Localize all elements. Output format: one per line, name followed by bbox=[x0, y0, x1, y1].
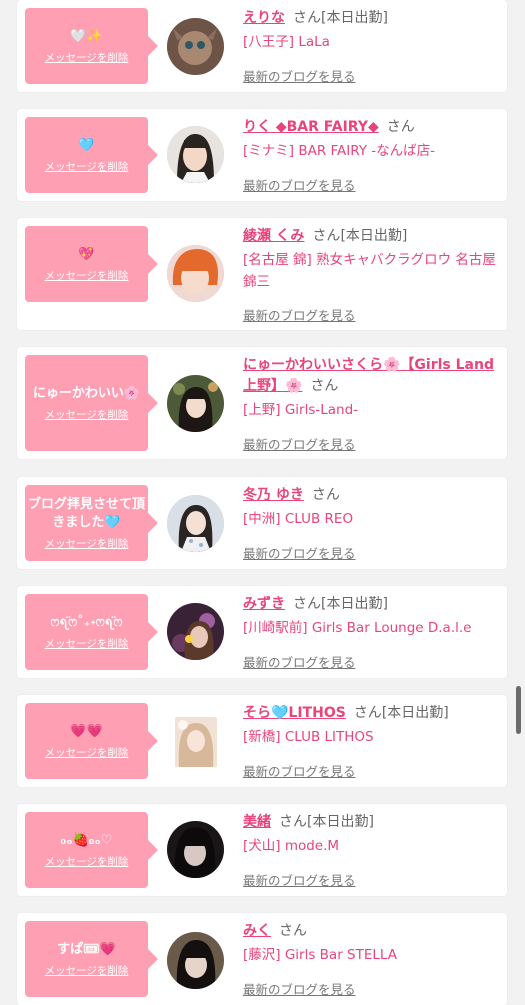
honorific: さん bbox=[293, 10, 321, 26]
view-blog-link[interactable]: 最新のブログを見る bbox=[243, 66, 356, 85]
cast-info: みく さん [藤沢] Girls Bar STELLA bbox=[243, 921, 501, 966]
message-text: 🤍✨ bbox=[70, 28, 103, 44]
message-bubble: 💖 メッセージを削除 bbox=[25, 226, 158, 302]
message-bubble: ブログ拝見させて頂きました🩵 メッセージを削除 bbox=[25, 485, 158, 561]
shop-info: [犬山] mode.M bbox=[243, 838, 340, 854]
list-item: ₀ₒ🍓₀ₒ♡ メッセージを削除 美緒 さん[本日出勤] [犬山] mode.M 最… bbox=[17, 804, 507, 896]
honorific: さん bbox=[310, 378, 339, 394]
list-item: 🤍✨ メッセージを削除 えりな さん[本日出勤] [八王子] LaLa 最新のブロ… bbox=[17, 0, 507, 92]
honorific: さん bbox=[293, 596, 321, 612]
cast-info: みずき さん[本日出勤] [川崎駅前] Girls Bar Lounge D.a.… bbox=[243, 594, 501, 639]
message-text: ₀ₒ🍓₀ₒ♡ bbox=[60, 832, 113, 848]
cast-info: えりな さん[本日出勤] [八王子] LaLa bbox=[243, 8, 501, 53]
message-bubble: にゅーかわいい🌸 メッセージを削除 bbox=[25, 355, 158, 451]
message-bubble: 🤍✨ メッセージを削除 bbox=[25, 8, 158, 84]
message-bubble: すぱ🎟💗 メッセージを削除 bbox=[25, 921, 158, 997]
message-bubble: ₀ₒ🍓₀ₒ♡ メッセージを削除 bbox=[25, 812, 158, 888]
delete-message-link[interactable]: メッセージを削除 bbox=[45, 159, 129, 174]
view-blog-link[interactable]: 最新のブログを見る bbox=[243, 979, 356, 998]
cast-info: 美緒 さん[本日出勤] [犬山] mode.M bbox=[243, 812, 501, 857]
shop-info: [名古屋 錦] 熟女キャバクラグロウ 名古屋錦三 bbox=[243, 252, 496, 290]
view-blog-link[interactable]: 最新のブログを見る bbox=[243, 543, 356, 562]
cast-name-link[interactable]: 冬乃 ゆき bbox=[243, 487, 304, 503]
avatar[interactable] bbox=[167, 126, 224, 183]
shop-info: [藤沢] Girls Bar STELLA bbox=[243, 947, 397, 963]
message-bubble: 🩵 メッセージを削除 bbox=[25, 117, 158, 193]
view-blog-link[interactable]: 最新のブログを見る bbox=[243, 175, 356, 194]
cast-info: りく ◆BAR FAIRY◆ さん [ミナミ] BAR FAIRY -なんば店- bbox=[243, 117, 501, 162]
cast-name-link[interactable]: りく ◆BAR FAIRY◆ bbox=[243, 119, 379, 135]
cast-name-link[interactable]: みく bbox=[243, 923, 271, 939]
cast-name-link[interactable]: にゅーかわいいさくら🌸【Girls Land 上野】🌸 bbox=[243, 357, 494, 394]
honorific: さん bbox=[386, 119, 415, 135]
list-item: 💖 メッセージを削除 綾瀬 くみ さん[本日出勤] [名古屋 錦] 熟女キャバクラ… bbox=[17, 218, 507, 330]
cast-name-link[interactable]: そら🩵LITHOS bbox=[243, 705, 346, 721]
message-text: すぱ🎟💗 bbox=[57, 941, 116, 957]
delete-message-link[interactable]: メッセージを削除 bbox=[45, 854, 129, 869]
cast-info: にゅーかわいいさくら🌸【Girls Land 上野】🌸 さん [上野] Girls… bbox=[243, 355, 501, 421]
cast-info: 冬乃 ゆき さん [中洲] CLUB REO bbox=[243, 485, 501, 530]
avatar[interactable] bbox=[167, 821, 224, 878]
honorific: さん bbox=[279, 923, 307, 939]
view-blog-link[interactable]: 最新のブログを見る bbox=[243, 652, 356, 671]
avatar[interactable] bbox=[167, 932, 224, 989]
list-item: すぱ🎟💗 メッセージを削除 みく さん [藤沢] Girls Bar STELLA… bbox=[17, 913, 507, 1005]
message-text: ෆ᪇̈ෆ˚₊˖ෆ᪇̈ෆ bbox=[50, 614, 123, 630]
avatar[interactable] bbox=[167, 495, 224, 552]
delete-message-link[interactable]: メッセージを削除 bbox=[45, 636, 129, 651]
message-text: 💗💗 bbox=[70, 723, 103, 739]
delete-message-link[interactable]: メッセージを削除 bbox=[45, 536, 129, 551]
cast-name-link[interactable]: 綾瀬 くみ bbox=[243, 228, 304, 244]
message-text: 🩵 bbox=[78, 137, 95, 153]
scrollbar[interactable] bbox=[516, 686, 521, 734]
avatar[interactable] bbox=[167, 603, 224, 660]
status-badge: [本日出勤] bbox=[381, 705, 449, 721]
shop-info: [中洲] CLUB REO bbox=[243, 511, 354, 527]
cast-name-link[interactable]: みずき bbox=[243, 596, 285, 612]
shop-info: [八王子] LaLa bbox=[243, 34, 330, 50]
list-item: にゅーかわいい🌸 メッセージを削除 にゅーかわいいさくら🌸【Girls Land… bbox=[17, 347, 507, 459]
message-bubble: ෆ᪇̈ෆ˚₊˖ෆ᪇̈ෆ メッセージを削除 bbox=[25, 594, 158, 670]
cast-name-link[interactable]: えりな bbox=[243, 10, 285, 26]
delete-message-link[interactable]: メッセージを削除 bbox=[45, 268, 129, 283]
status-badge: [本日出勤] bbox=[321, 10, 388, 26]
list-item: 💗💗 メッセージを削除 そら🩵LITHOS さん[本日出勤] [新橋] CLUB … bbox=[17, 695, 507, 787]
honorific: さん bbox=[312, 228, 341, 244]
message-bubble: 💗💗 メッセージを削除 bbox=[25, 703, 158, 779]
shop-info: [川崎駅前] Girls Bar Lounge D.a.l.e bbox=[243, 620, 472, 636]
shop-info: [新橋] CLUB LITHOS bbox=[243, 729, 374, 745]
avatar[interactable] bbox=[167, 375, 224, 432]
avatar[interactable] bbox=[167, 245, 224, 302]
cast-info: 綾瀬 くみ さん[本日出勤] [名古屋 錦] 熟女キャバクラグロウ 名古屋錦三 bbox=[243, 226, 501, 293]
message-text: ブログ拝見させて頂きました🩵 bbox=[27, 496, 145, 530]
avatar[interactable] bbox=[175, 717, 217, 767]
view-blog-link[interactable]: 最新のブログを見る bbox=[243, 434, 356, 453]
delete-message-link[interactable]: メッセージを削除 bbox=[45, 50, 129, 65]
status-badge: [本日出勤] bbox=[340, 228, 408, 244]
status-badge: [本日出勤] bbox=[307, 814, 374, 830]
delete-message-link[interactable]: メッセージを削除 bbox=[45, 407, 129, 422]
delete-message-link[interactable]: メッセージを削除 bbox=[45, 963, 129, 978]
honorific: さん bbox=[279, 814, 307, 830]
view-blog-link[interactable]: 最新のブログを見る bbox=[243, 761, 356, 780]
status-badge: [本日出勤] bbox=[321, 596, 388, 612]
view-blog-link[interactable]: 最新のブログを見る bbox=[243, 305, 356, 324]
cast-info: そら🩵LITHOS さん[本日出勤] [新橋] CLUB LITHOS bbox=[243, 703, 501, 748]
message-text: にゅーかわいい🌸 bbox=[32, 385, 141, 401]
shop-info: [ミナミ] BAR FAIRY -なんば店- bbox=[243, 143, 436, 159]
list-item: ブログ拝見させて頂きました🩵 メッセージを削除 冬乃 ゆき さん [中洲] CLU… bbox=[17, 477, 507, 569]
cast-name-link[interactable]: 美緒 bbox=[243, 814, 271, 830]
honorific: さん bbox=[353, 705, 382, 721]
list-item: 🩵 メッセージを削除 りく ◆BAR FAIRY◆ さん [ミナミ] BAR FA… bbox=[17, 109, 507, 201]
message-text: 💖 bbox=[78, 246, 95, 262]
list-item: ෆ᪇̈ෆ˚₊˖ෆ᪇̈ෆ メッセージを削除 みずき さん[本日出勤] [川崎駅前] … bbox=[17, 586, 507, 678]
delete-message-link[interactable]: メッセージを削除 bbox=[45, 745, 129, 760]
honorific: さん bbox=[311, 487, 340, 503]
view-blog-link[interactable]: 最新のブログを見る bbox=[243, 870, 356, 889]
avatar[interactable] bbox=[167, 18, 224, 75]
shop-info: [上野] Girls-Land- bbox=[243, 402, 359, 418]
